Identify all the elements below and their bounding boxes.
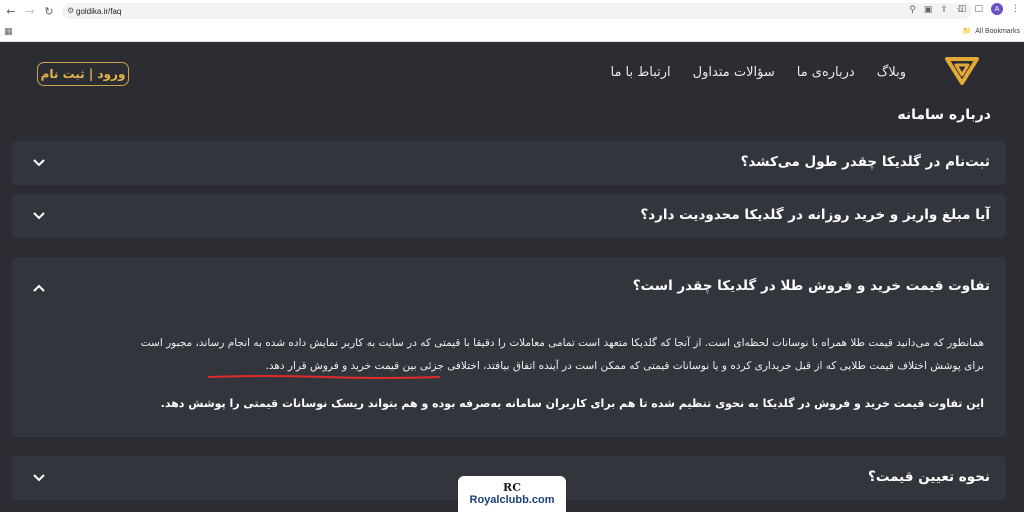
nav-blog[interactable]: وبلاگ <box>877 65 906 80</box>
back-icon[interactable]: ← <box>3 3 19 19</box>
section-title: درباره سامانه <box>897 107 991 123</box>
chevron-up-icon[interactable] <box>32 281 46 295</box>
faq-item[interactable]: ثبت‌نام در گلدیکا چقدر طول می‌کشد؟ <box>12 141 1006 185</box>
menu-icon[interactable]: ⋮ <box>1011 4 1020 14</box>
nav-about[interactable]: درباره‌ی ما <box>797 65 855 80</box>
watermark-text: Royalclubb.com <box>469 493 555 506</box>
annotation-underline <box>208 375 440 379</box>
main-nav: وبلاگ درباره‌ی ما سؤالات متداول ارتباط ب… <box>610 65 906 80</box>
zoom-icon[interactable]: ⚲ <box>909 5 916 15</box>
address-bar[interactable]: ⚙ goldika.ir/faq ⚲ ▣ ⇧ ☆ <box>62 3 972 19</box>
extensions-icon[interactable]: ◫ <box>958 4 967 14</box>
faq-page: وبلاگ درباره‌ی ما سؤالات متداول ارتباط ب… <box>0 43 1024 512</box>
bookmarks-bar: ▦ 📁 All Bookmarks <box>0 23 1024 41</box>
faq-question[interactable]: آیا مبلغ واریز و خرید روزانه در گلدیکا م… <box>640 207 990 223</box>
reload-icon[interactable]: ↻ <box>41 3 57 19</box>
chevron-down-icon[interactable] <box>32 471 46 485</box>
browser-chrome: ← → ↻ ⚙ goldika.ir/faq ⚲ ▣ ⇧ ☆ ◫ □ A ⋮ ▦… <box>0 0 1024 42</box>
faq-question[interactable]: ثبت‌نام در گلدیکا چقدر طول می‌کشد؟ <box>741 154 990 170</box>
all-bookmarks[interactable]: 📁 All Bookmarks <box>962 27 1020 36</box>
watermark-overlay: RC Royalclubb.com <box>458 476 566 512</box>
site-header: وبلاگ درباره‌ی ما سؤالات متداول ارتباط ب… <box>0 43 1024 103</box>
cast-icon[interactable]: ▣ <box>924 5 933 15</box>
login-register-button[interactable]: ورود | ثبت نام <box>37 62 129 86</box>
chevron-down-icon[interactable] <box>32 156 46 170</box>
chevron-down-icon[interactable] <box>32 209 46 223</box>
faq-answer-bold: این تفاوت قیمت خرید و فروش در گلدیکا به … <box>160 397 984 410</box>
share-icon[interactable]: ⇧ <box>940 5 948 15</box>
apps-grid-icon[interactable]: ▦ <box>4 27 13 37</box>
sidepanel-icon[interactable]: □ <box>974 4 983 14</box>
faq-question[interactable]: تفاوت قیمت خرید و فروش طلا در گلدیکا چقد… <box>633 278 990 294</box>
folder-icon: 📁 <box>962 28 972 35</box>
faq-question[interactable]: نحوه تعیین قیمت؟ <box>868 469 990 485</box>
url-text: goldika.ir/faq <box>76 6 122 16</box>
profile-avatar[interactable]: A <box>991 3 1003 15</box>
faq-answer-line: همانطور که می‌دانید قیمت طلا همراه با نو… <box>140 337 984 349</box>
goldika-logo-icon[interactable] <box>944 55 980 87</box>
faq-item[interactable]: آیا مبلغ واریز و خرید روزانه در گلدیکا م… <box>12 194 1006 238</box>
faq-item-expanded[interactable]: تفاوت قیمت خرید و فروش طلا در گلدیکا چقد… <box>12 257 1006 437</box>
browser-right-tools: ◫ □ A ⋮ <box>958 3 1020 15</box>
faq-answer-line: برای پوشش اختلاف قیمت طلایی که از قبل خر… <box>265 360 985 372</box>
forward-icon[interactable]: → <box>22 3 38 19</box>
nav-contact[interactable]: ارتباط با ما <box>610 65 670 80</box>
site-info-icon[interactable]: ⚙ <box>67 6 74 15</box>
all-bookmarks-label: All Bookmarks <box>975 27 1020 35</box>
browser-toolbar: ← → ↻ ⚙ goldika.ir/faq ⚲ ▣ ⇧ ☆ ◫ □ A ⋮ <box>0 0 1024 22</box>
nav-faq[interactable]: سؤالات متداول <box>693 65 775 80</box>
watermark-logo: RC <box>503 480 521 494</box>
